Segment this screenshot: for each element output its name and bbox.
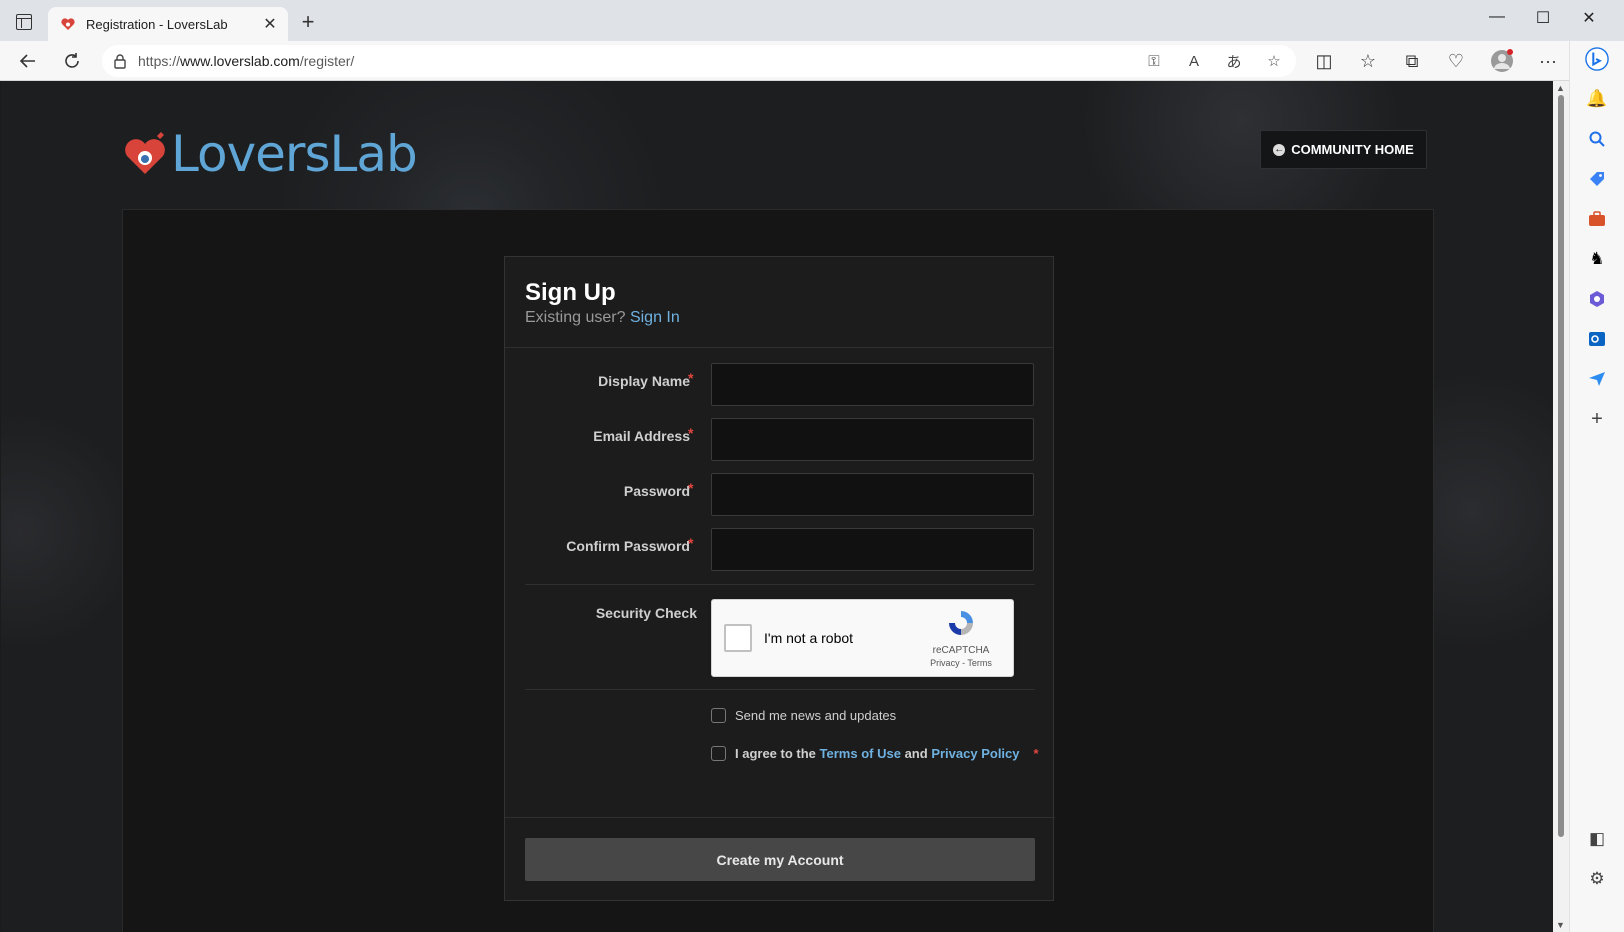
microsoft365-icon[interactable] bbox=[1585, 287, 1609, 311]
edge-sidebar: 🔔 ♞ + ◧ ⚙ bbox=[1569, 41, 1624, 932]
email-input[interactable] bbox=[711, 418, 1034, 461]
lock-icon[interactable] bbox=[102, 53, 138, 69]
search-icon[interactable] bbox=[1585, 127, 1609, 151]
refresh-icon[interactable] bbox=[60, 49, 84, 73]
recaptcha-terms-link[interactable]: Terms bbox=[967, 658, 992, 668]
news-updates-checkbox[interactable] bbox=[711, 708, 726, 723]
scroll-up-icon[interactable]: ▲ bbox=[1556, 83, 1565, 93]
key-icon[interactable]: ⚿ bbox=[1142, 49, 1166, 73]
scrollbar-thumb[interactable] bbox=[1558, 95, 1564, 837]
required-marker: * bbox=[688, 480, 694, 496]
browser-tab[interactable]: Registration - LoversLab ✕ bbox=[48, 7, 288, 41]
recaptcha-widget: I'm not a robot reCAPTCHA Privacy - Term… bbox=[711, 599, 1014, 677]
confirm-password-input[interactable] bbox=[711, 528, 1034, 571]
add-sidebar-app-icon[interactable]: + bbox=[1585, 407, 1609, 431]
url-text: https://www.loverslab.com/register/ bbox=[138, 53, 355, 69]
browser-titlebar: Registration - LoversLab ✕ + — ☐ ✕ bbox=[0, 0, 1624, 41]
required-marker: * bbox=[688, 535, 694, 551]
password-label: Password bbox=[623, 483, 690, 499]
hide-sidebar-icon[interactable]: ◧ bbox=[1585, 827, 1609, 851]
agree-and: and bbox=[904, 746, 928, 761]
new-tab-icon[interactable]: + bbox=[296, 10, 320, 34]
scroll-down-icon[interactable]: ▼ bbox=[1556, 920, 1565, 930]
recaptcha-brand-text: reCAPTCHA bbox=[932, 645, 990, 656]
signup-card: Sign Up Existing user? Sign In Display N… bbox=[504, 256, 1055, 901]
existing-user-prompt: Existing user? bbox=[525, 309, 626, 326]
back-icon[interactable] bbox=[16, 49, 40, 73]
agree-terms-row: I agree to the Terms of Use and Privacy … bbox=[711, 746, 1039, 761]
logo-wordmark: LoversLab bbox=[171, 125, 418, 183]
tools-briefcase-icon[interactable] bbox=[1585, 207, 1609, 231]
section-divider bbox=[525, 584, 1035, 585]
translate-icon[interactable]: あ bbox=[1222, 49, 1246, 73]
favorite-star-icon[interactable]: ☆ bbox=[1262, 49, 1286, 73]
web-page: LoversLab ← COMMUNITY HOME Sign Up Exist… bbox=[1, 81, 1553, 932]
bing-copilot-icon[interactable] bbox=[1585, 47, 1609, 71]
site-logo[interactable]: LoversLab bbox=[123, 125, 418, 183]
confirm-password-label: Confirm Password bbox=[566, 538, 690, 554]
main-content-panel: Sign Up Existing user? Sign In Display N… bbox=[122, 209, 1434, 932]
back-arrow-circle-icon: ← bbox=[1273, 143, 1286, 156]
signup-header: Sign Up Existing user? Sign In bbox=[505, 257, 1053, 348]
minimize-icon[interactable]: — bbox=[1474, 8, 1520, 26]
required-marker: * bbox=[1033, 746, 1039, 761]
recaptcha-branding: reCAPTCHA Privacy - Terms bbox=[921, 608, 1001, 668]
drop-send-icon[interactable] bbox=[1585, 367, 1609, 391]
email-label: Email Address bbox=[593, 428, 690, 444]
recaptcha-privacy-link[interactable]: Privacy bbox=[930, 658, 960, 668]
tab-title: Registration - LoversLab bbox=[86, 16, 228, 32]
notifications-bell-icon[interactable]: 🔔 bbox=[1585, 87, 1609, 111]
close-window-icon[interactable]: ✕ bbox=[1566, 8, 1612, 28]
favorites-icon[interactable]: ☆ bbox=[1356, 49, 1380, 73]
password-row: Password * bbox=[505, 473, 1055, 517]
games-chess-icon[interactable]: ♞ bbox=[1585, 247, 1609, 271]
address-bar[interactable]: https://www.loverslab.com/register/ ⚿ A … bbox=[102, 45, 1296, 77]
email-row: Email Address * bbox=[505, 418, 1055, 462]
required-marker: * bbox=[688, 425, 694, 441]
display-name-row: Display Name * bbox=[505, 363, 1055, 407]
submit-area: Create my Account bbox=[505, 817, 1055, 901]
required-marker: * bbox=[688, 370, 694, 386]
tab-actions-icon[interactable] bbox=[16, 14, 32, 30]
terms-of-use-link[interactable]: Terms of Use bbox=[820, 746, 901, 761]
shopping-tag-icon[interactable] bbox=[1585, 167, 1609, 191]
browser-toolbar: https://www.loverslab.com/register/ ⚿ A … bbox=[0, 41, 1624, 81]
recaptcha-label: I'm not a robot bbox=[764, 630, 854, 646]
recaptcha-links: Privacy - Terms bbox=[921, 658, 1001, 668]
news-updates-row: Send me news and updates bbox=[711, 708, 896, 723]
password-input[interactable] bbox=[711, 473, 1034, 516]
confirm-password-row: Confirm Password * bbox=[505, 528, 1055, 572]
signup-title: Sign Up bbox=[525, 279, 616, 306]
profile-avatar-icon[interactable] bbox=[1490, 49, 1514, 73]
read-aloud-icon[interactable]: A bbox=[1182, 49, 1206, 73]
create-account-button[interactable]: Create my Account bbox=[525, 838, 1035, 881]
heart-potion-logo-icon bbox=[125, 132, 165, 174]
loverslab-favicon-icon bbox=[61, 18, 75, 30]
split-screen-icon[interactable]: ◫ bbox=[1312, 49, 1336, 73]
sign-in-link[interactable]: Sign In bbox=[630, 309, 680, 326]
community-home-label: COMMUNITY HOME bbox=[1291, 142, 1414, 157]
privacy-policy-link[interactable]: Privacy Policy bbox=[931, 746, 1019, 761]
maximize-icon[interactable]: ☐ bbox=[1520, 8, 1566, 28]
recaptcha-checkbox[interactable] bbox=[724, 624, 752, 652]
more-options-icon[interactable]: ··· bbox=[1536, 49, 1560, 73]
browser-essentials-icon[interactable]: ♡ bbox=[1444, 49, 1468, 73]
community-home-button[interactable]: ← COMMUNITY HOME bbox=[1260, 130, 1427, 169]
outlook-icon[interactable] bbox=[1585, 327, 1609, 351]
agree-prefix: I agree to the bbox=[735, 746, 816, 761]
agree-terms-checkbox[interactable] bbox=[711, 746, 726, 761]
page-scrollbar[interactable]: ▲ ▼ bbox=[1553, 81, 1569, 932]
recaptcha-logo-icon bbox=[949, 611, 973, 635]
sidebar-settings-gear-icon[interactable]: ⚙ bbox=[1585, 867, 1609, 891]
display-name-label: Display Name bbox=[598, 373, 690, 389]
collections-icon[interactable]: ⧉ bbox=[1400, 49, 1424, 73]
tab-close-icon[interactable]: ✕ bbox=[260, 14, 280, 34]
display-name-input[interactable] bbox=[711, 363, 1034, 406]
security-check-label: Security Check bbox=[595, 605, 697, 621]
section-divider bbox=[525, 689, 1035, 690]
existing-user-line: Existing user? Sign In bbox=[525, 309, 1033, 327]
news-updates-label: Send me news and updates bbox=[735, 708, 897, 723]
